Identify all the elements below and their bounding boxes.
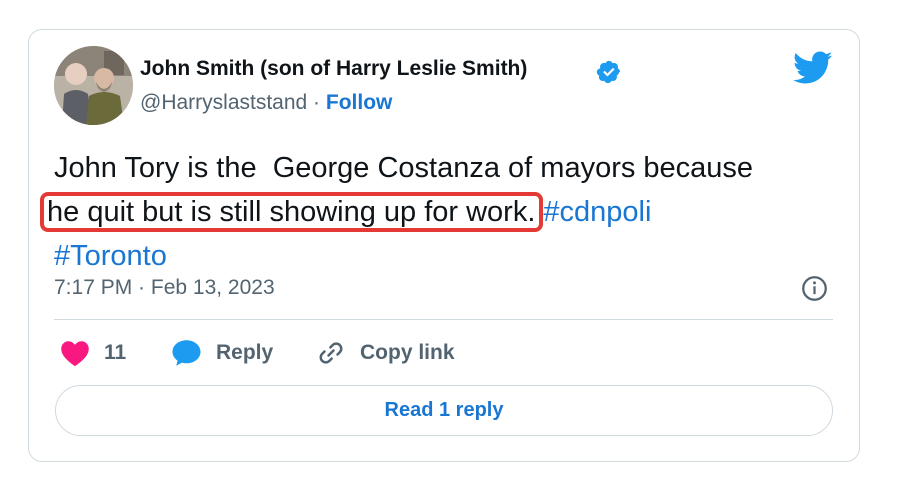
like-count: 11 — [104, 341, 127, 364]
copy-link-label: Copy link — [360, 341, 455, 364]
like-button[interactable]: 11 — [60, 337, 126, 369]
tweet-text-before: John Tory is the George Costanza of mayo… — [54, 152, 754, 184]
tweet-text: John Tory is the George Costanza of mayo… — [40, 146, 834, 278]
hashtag-cdnpoli[interactable]: #cdnpoli — [543, 196, 651, 228]
tweet-timestamp[interactable]: 7:17 PM · Feb 13, 2023 — [54, 276, 275, 300]
heart-icon — [61, 341, 89, 367]
divider — [54, 319, 833, 320]
read-replies-label: Read 1 reply — [384, 399, 504, 421]
reply-button[interactable]: Reply — [171, 337, 273, 369]
twitter-bird-icon[interactable] — [793, 51, 833, 85]
author-handle[interactable]: @Harryslaststand — [140, 91, 307, 114]
separator-dot: · — [313, 91, 321, 114]
avatar[interactable] — [54, 46, 133, 125]
author-handle-line: @Harryslaststand · Follow — [140, 91, 392, 115]
copy-link-button[interactable]: Copy link — [316, 337, 455, 369]
reply-label: Reply — [216, 341, 274, 364]
info-icon[interactable] — [801, 275, 828, 302]
highlighted-text: he quit but is still showing up for work… — [40, 192, 544, 232]
reply-bubble-icon — [172, 340, 201, 366]
follow-link[interactable]: Follow — [326, 91, 393, 114]
link-icon — [319, 342, 343, 364]
hashtag-toronto[interactable]: #Toronto — [54, 240, 167, 272]
author-display-name[interactable]: John Smith (son of Harry Leslie Smith) — [140, 57, 527, 81]
verified-badge-icon — [596, 60, 621, 84]
read-replies-button[interactable]: Read 1 reply — [55, 385, 833, 436]
